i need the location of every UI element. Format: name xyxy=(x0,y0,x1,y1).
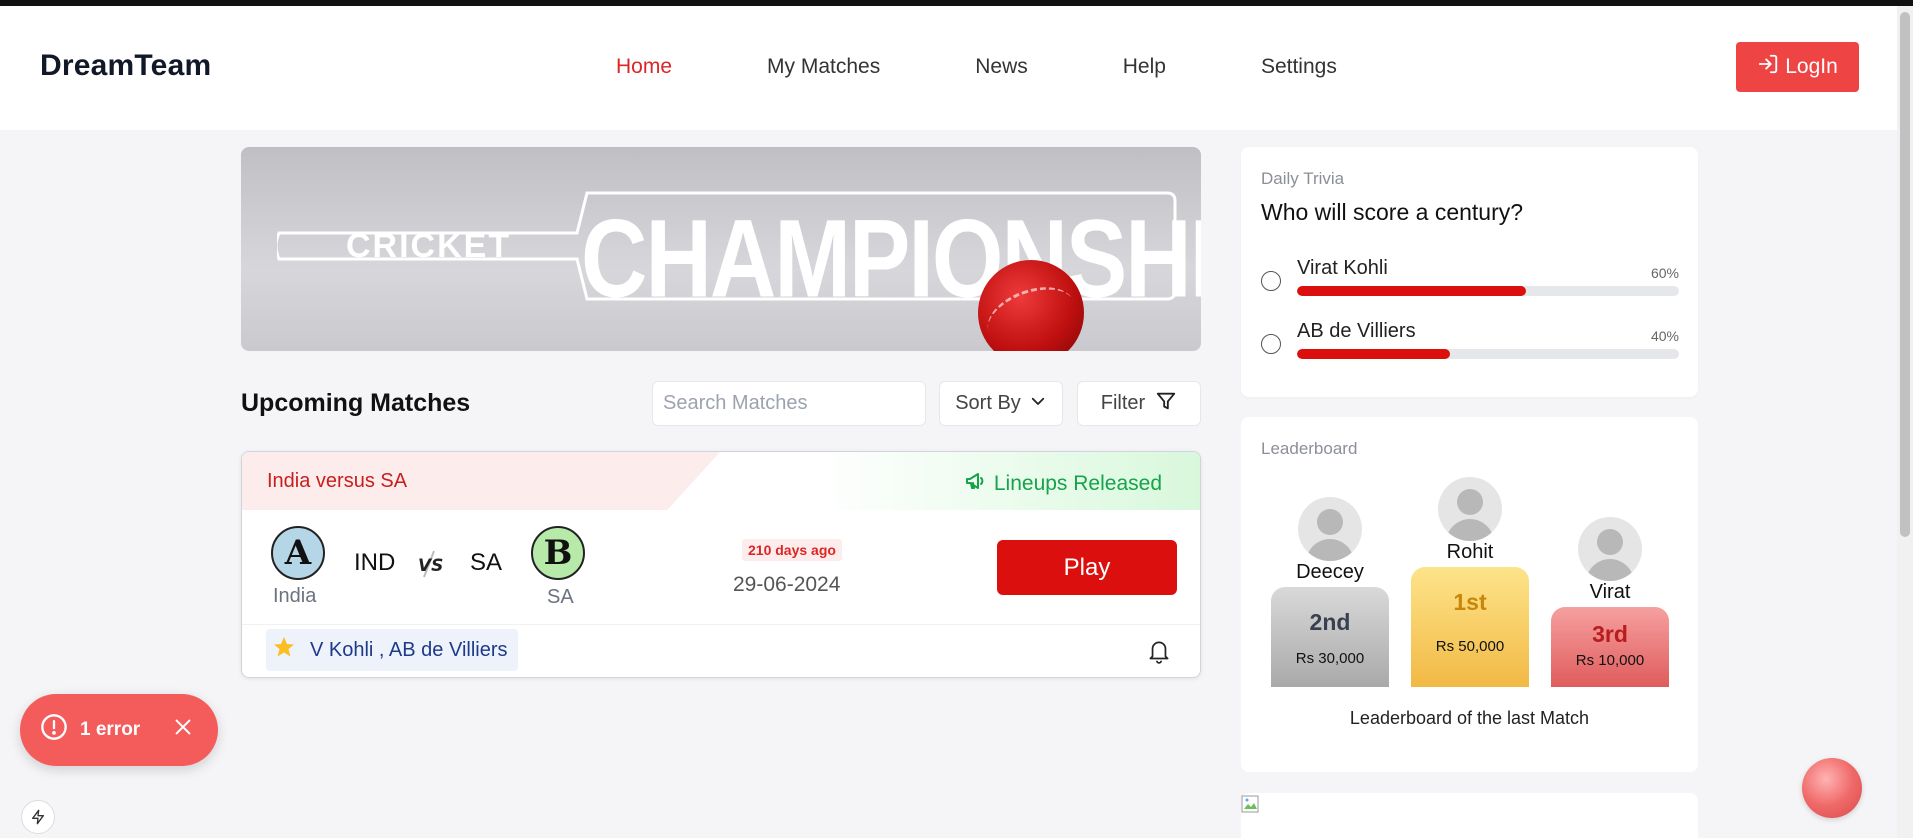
option-progress-track xyxy=(1297,349,1679,359)
team-b-name: SA xyxy=(547,586,574,608)
versus-text: VS xyxy=(418,556,443,576)
error-count-label: 1 error xyxy=(80,719,141,740)
prize-second: Rs 30,000 xyxy=(1295,650,1365,667)
nav-settings[interactable]: Settings xyxy=(1261,55,1337,79)
filter-label: Filter xyxy=(1100,392,1146,414)
login-icon xyxy=(1757,53,1779,81)
nav-news[interactable]: News xyxy=(975,55,1028,79)
close-icon[interactable] xyxy=(172,716,194,744)
option-progress-track xyxy=(1297,286,1679,296)
broken-image-icon xyxy=(1241,795,1259,813)
nav-my-matches[interactable]: My Matches xyxy=(767,55,880,79)
match-date: 29-06-2024 xyxy=(733,573,841,596)
upcoming-matches-heading: Upcoming Matches xyxy=(241,389,471,417)
brand-logo[interactable]: DreamTeam xyxy=(40,49,211,83)
lineups-label: Lineups Released xyxy=(993,472,1162,495)
rank-second: 2nd xyxy=(1309,609,1351,635)
filter-button[interactable]: Filter xyxy=(1077,381,1201,426)
match-card[interactable]: India versus SA Lineups Released A India… xyxy=(241,451,1201,678)
banner-big-text: CHAMPIONSHIP xyxy=(581,198,1201,321)
first-place-name: Rohit xyxy=(1446,541,1494,563)
alert-circle-icon xyxy=(40,713,68,747)
site-header: DreamTeam Home My Matches News Help Sett… xyxy=(0,6,1897,130)
podium-third: 3rd Rs 10,000 xyxy=(1551,607,1669,687)
sort-by-label: Sort By xyxy=(955,392,1021,414)
team-b-abbr: SA xyxy=(470,549,503,576)
rank-third: 3rd xyxy=(1592,621,1628,647)
error-toast[interactable]: 1 error xyxy=(20,694,218,766)
chevron-down-icon xyxy=(1029,392,1047,416)
option-progress-fill xyxy=(1297,286,1527,296)
lightning-bolt-icon[interactable] xyxy=(21,800,55,834)
second-place-name: Deecey xyxy=(1296,561,1364,583)
option-percent: 40% xyxy=(1650,328,1679,344)
match-title: India versus SA xyxy=(267,470,408,492)
ad-card xyxy=(1241,793,1698,838)
podium-second: 2nd Rs 30,000 xyxy=(1271,587,1389,687)
rank-first: 1st xyxy=(1453,589,1487,615)
team-a-logo: A xyxy=(271,526,325,580)
bell-icon[interactable] xyxy=(1146,637,1172,670)
search-matches-input[interactable] xyxy=(652,381,926,426)
match-card-footer: V Kohli , AB de Villiers xyxy=(242,624,1200,677)
play-button[interactable]: Play xyxy=(997,540,1177,595)
radio-button[interactable] xyxy=(1261,271,1281,291)
page-scrollbar[interactable] xyxy=(1897,6,1913,838)
avatar-second xyxy=(1298,497,1362,561)
trivia-option[interactable]: Virat Kohli 60% xyxy=(1261,251,1679,301)
nav-home[interactable]: Home xyxy=(616,55,672,79)
sort-by-button[interactable]: Sort By xyxy=(939,381,1063,426)
banner-small-text: CRICKET xyxy=(346,227,512,265)
versus-icon: VS xyxy=(417,550,443,584)
match-card-header: India versus SA Lineups Released xyxy=(242,452,1200,510)
podium-first: 1st Rs 50,000 xyxy=(1411,567,1529,687)
filter-funnel-icon xyxy=(1155,390,1177,418)
leaderboard-caption: Leaderboard of the last Match xyxy=(1349,708,1590,728)
team-b-logo: B xyxy=(531,526,585,580)
prize-first: Rs 50,000 xyxy=(1435,638,1505,655)
key-players-text: V Kohli , AB de Villiers xyxy=(310,638,508,661)
time-ago-badge: 210 days ago xyxy=(742,539,842,561)
option-name: AB de Villiers xyxy=(1297,320,1416,342)
trivia-question: Who will score a century? xyxy=(1261,199,1524,225)
key-players-chip[interactable]: V Kohli , AB de Villiers xyxy=(266,629,518,671)
option-percent: 60% xyxy=(1650,265,1679,281)
avatar-third xyxy=(1578,517,1642,581)
login-button[interactable]: LogIn xyxy=(1736,42,1859,92)
championship-banner: CRICKET CHAMPIONSHIP xyxy=(241,147,1201,351)
main-nav: Home My Matches News Help Settings xyxy=(616,55,1432,79)
trivia-option[interactable]: AB de Villiers 40% xyxy=(1261,314,1679,364)
radio-button[interactable] xyxy=(1261,334,1281,354)
star-icon xyxy=(272,635,296,665)
team-a-abbr: IND xyxy=(354,549,396,576)
daily-trivia-card: Daily Trivia Who will score a century? V… xyxy=(1241,147,1698,397)
prize-third: Rs 10,000 xyxy=(1575,652,1645,669)
leaderboard-card: Leaderboard Deecey Rohit Virat 2nd Rs 30… xyxy=(1241,417,1698,772)
option-name: Virat Kohli xyxy=(1297,257,1388,279)
team-a-name: India xyxy=(273,585,317,607)
scrollbar-thumb[interactable] xyxy=(1900,12,1910,537)
lineups-status: Lineups Released xyxy=(964,469,1162,499)
option-progress-fill xyxy=(1297,349,1450,359)
login-label: LogIn xyxy=(1785,55,1838,78)
chat-bubble-button[interactable] xyxy=(1802,758,1862,818)
nav-help[interactable]: Help xyxy=(1123,55,1166,79)
third-place-name: Virat xyxy=(1589,581,1631,603)
trivia-label: Daily Trivia xyxy=(1261,169,1345,188)
leaderboard-label: Leaderboard xyxy=(1261,439,1358,458)
avatar-first xyxy=(1438,477,1502,541)
megaphone-icon xyxy=(964,469,988,499)
